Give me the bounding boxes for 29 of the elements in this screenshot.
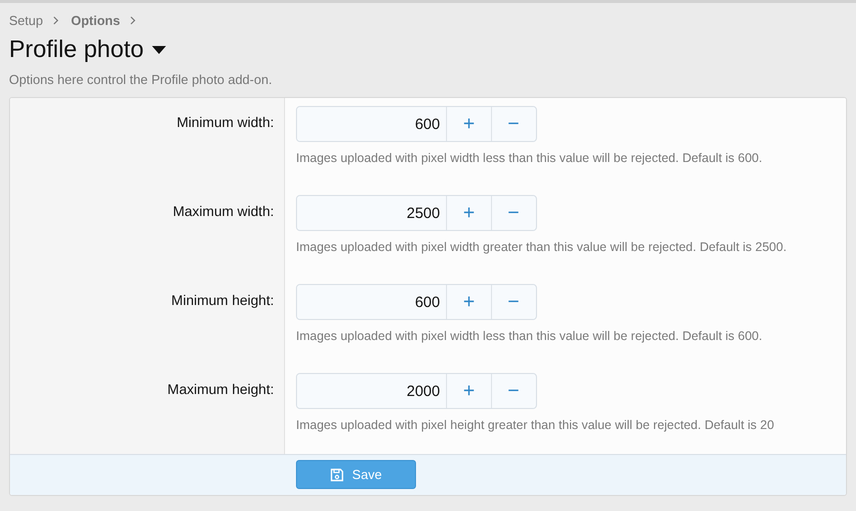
decrement-button[interactable]: −	[491, 196, 535, 230]
option-label: Minimum width:	[10, 98, 285, 187]
number-stepper-field[interactable]: 2500 + −	[296, 195, 537, 231]
option-label: Minimum height:	[10, 276, 285, 365]
breadcrumb-link[interactable]: Options	[70, 13, 120, 28]
option-hint: Images uploaded with pixel height greater than this value will be rejected. Default is 20	[296, 418, 776, 432]
save-button[interactable]: Save	[296, 460, 416, 489]
option-hint: Images uploaded with pixel width less than this value will be rejected. Default is 600.	[296, 329, 764, 343]
number-input[interactable]: 2500	[297, 196, 447, 230]
caret-down-icon[interactable]	[152, 46, 166, 54]
number-input[interactable]: 2000	[297, 374, 447, 408]
option-label: Maximum height:	[10, 365, 285, 454]
decrement-button[interactable]: −	[491, 107, 535, 141]
number-stepper-field[interactable]: 2000 + −	[296, 373, 537, 409]
breadcrumb-link[interactable]: Setup	[9, 13, 43, 28]
chevron-right-icon	[52, 16, 59, 25]
number-stepper-field[interactable]: 600 + −	[296, 284, 537, 320]
number-stepper-field[interactable]: 600 + −	[296, 106, 537, 142]
number-input[interactable]: 600	[297, 285, 447, 319]
save-icon	[330, 468, 344, 482]
page-description: Options here control the Profile photo add-on.	[9, 72, 274, 87]
option-label: Maximum width:	[10, 187, 285, 276]
number-input[interactable]: 600	[297, 107, 447, 141]
page-title: Profile photo	[9, 36, 144, 64]
option-hint: Images uploaded with pixel width greater than this value will be rejected. Default is 2500.	[296, 240, 788, 254]
option-hint: Images uploaded with pixel width less than this value will be rejected. Default is 600.	[296, 151, 764, 165]
decrement-button[interactable]: −	[491, 374, 535, 408]
chevron-right-icon	[130, 16, 136, 25]
decrement-button[interactable]: −	[491, 285, 535, 319]
